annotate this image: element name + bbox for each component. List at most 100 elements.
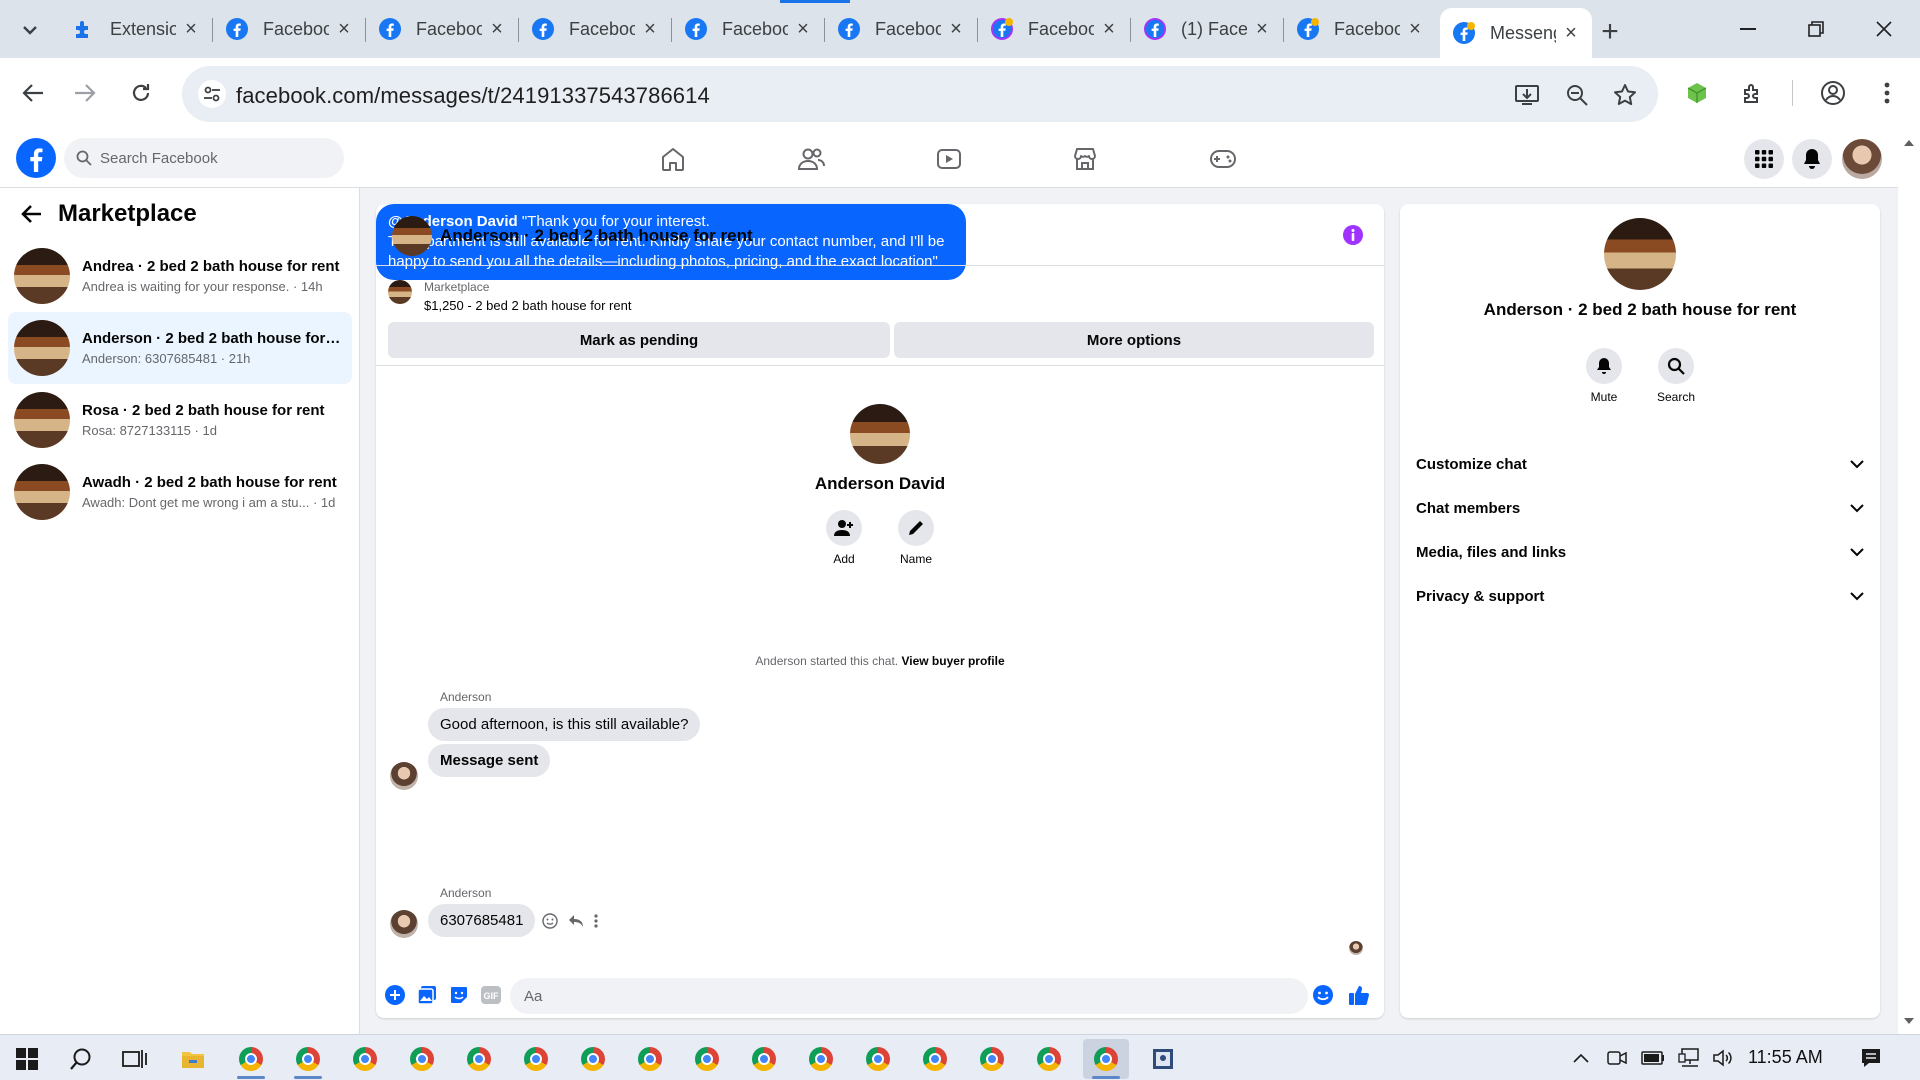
back-button[interactable] — [12, 72, 54, 114]
notifications-button[interactable] — [1792, 139, 1832, 179]
address-bar[interactable]: facebook.com/messages/t/2419133754378661… — [182, 66, 1658, 122]
minimize-button[interactable] — [1716, 0, 1780, 58]
sender-avatar[interactable] — [390, 762, 418, 790]
attach-photo-button[interactable] — [416, 984, 438, 1006]
mute-action[interactable]: Mute — [1574, 348, 1634, 404]
emoji-button[interactable] — [1312, 984, 1334, 1006]
facebook-search[interactable]: Search Facebook — [64, 138, 344, 178]
name-action[interactable]: Name — [886, 510, 946, 566]
network-button[interactable] — [1676, 1045, 1702, 1071]
browser-tab-active[interactable]: Messenger × — [1440, 8, 1592, 58]
conversation-item[interactable]: Rosa · 2 bed 2 bath house for rent Rosa:… — [8, 384, 352, 456]
chrome-taskbar-button[interactable] — [399, 1039, 445, 1079]
browser-tab[interactable]: Facebook × — [1284, 8, 1436, 50]
chrome-taskbar-button[interactable] — [342, 1039, 388, 1079]
browser-tab[interactable]: Facebook × — [978, 8, 1130, 50]
conversation-item[interactable]: Andrea · 2 bed 2 bath house for rent And… — [8, 240, 352, 312]
add-person-action[interactable]: Add — [814, 510, 874, 566]
message-bubble[interactable]: 6307685481 — [428, 904, 536, 937]
nav-marketplace[interactable] — [1030, 130, 1140, 188]
more-options-button[interactable]: More options — [894, 322, 1374, 358]
page-scrollbar[interactable] — [1898, 130, 1920, 1034]
reply-icon[interactable] — [568, 914, 584, 928]
listing-thumbnail[interactable] — [1604, 218, 1676, 290]
edit-name-button[interactable] — [898, 510, 934, 546]
chrome-taskbar-button[interactable] — [684, 1039, 730, 1079]
view-buyer-profile-link[interactable]: View buyer profile — [901, 654, 1004, 668]
close-tab-icon[interactable]: × — [794, 19, 812, 39]
privacy-support-section[interactable]: Privacy & support — [1416, 574, 1864, 618]
more-actions-button[interactable] — [384, 984, 406, 1006]
react-smiley-icon[interactable] — [542, 913, 558, 929]
close-window-button[interactable] — [1852, 0, 1916, 58]
close-tab-icon[interactable]: × — [182, 19, 200, 39]
chrome-taskbar-button[interactable] — [228, 1039, 274, 1079]
chrome-taskbar-button[interactable] — [627, 1039, 673, 1079]
profile-button[interactable] — [1812, 72, 1854, 114]
chrome-taskbar-button[interactable] — [855, 1039, 901, 1079]
extensions-menu-button[interactable] — [1732, 72, 1774, 114]
forward-button[interactable] — [64, 72, 106, 114]
browser-tab[interactable]: (1) Facebook × — [1131, 8, 1283, 50]
chrome-taskbar-button[interactable] — [1026, 1039, 1072, 1079]
close-tab-icon[interactable]: × — [335, 19, 353, 39]
conversation-item[interactable]: Awadh · 2 bed 2 bath house for rent Awad… — [8, 456, 352, 528]
nav-video[interactable] — [894, 130, 1004, 188]
site-info-button[interactable] — [198, 80, 226, 108]
gif-button[interactable]: GIF — [480, 984, 502, 1006]
chrome-taskbar-button[interactable] — [513, 1039, 559, 1079]
chrome-taskbar-button[interactable] — [456, 1039, 502, 1079]
mark-pending-button[interactable]: Mark as pending — [388, 322, 890, 358]
volume-button[interactable] — [1710, 1045, 1736, 1071]
close-tab-icon[interactable]: × — [1253, 19, 1271, 39]
browser-tab[interactable]: Facebook × — [672, 8, 824, 50]
message-bubble[interactable]: Message sent — [428, 744, 551, 777]
scroll-up-arrow[interactable] — [1902, 136, 1916, 150]
search-in-chat-button[interactable] — [1658, 348, 1694, 384]
install-app-button[interactable] — [1512, 80, 1542, 110]
conversation-item-active[interactable]: Anderson · 2 bed 2 bath house for rent A… — [8, 312, 352, 384]
media-files-links-section[interactable]: Media, files and links — [1416, 530, 1864, 574]
message-input[interactable] — [510, 978, 1308, 1014]
nav-home[interactable] — [618, 130, 728, 188]
account-avatar[interactable] — [1842, 139, 1882, 179]
sticker-button[interactable] — [448, 984, 470, 1006]
file-explorer-button[interactable] — [170, 1039, 216, 1079]
chrome-taskbar-button[interactable] — [912, 1039, 958, 1079]
close-tab-icon[interactable]: × — [488, 19, 506, 39]
tab-search-button[interactable] — [10, 10, 50, 50]
notification-center-button[interactable] — [1858, 1045, 1884, 1071]
browser-tab[interactable]: Extensions × — [60, 8, 212, 50]
more-vertical-icon[interactable] — [594, 914, 598, 928]
browser-tab[interactable]: Facebook × — [366, 8, 518, 50]
close-tab-icon[interactable]: × — [1100, 19, 1118, 39]
show-hidden-icons-button[interactable] — [1568, 1045, 1594, 1071]
start-button[interactable] — [4, 1039, 50, 1079]
message-bubble[interactable]: Good afternoon, is this still available? — [428, 708, 701, 741]
mute-button[interactable] — [1586, 348, 1622, 384]
menu-button[interactable] — [1744, 139, 1784, 179]
browser-tab[interactable]: Facebook × — [519, 8, 671, 50]
chat-title[interactable]: Anderson · 2 bed 2 bath house for rent — [440, 226, 753, 246]
zoom-button[interactable] — [1562, 80, 1592, 110]
customize-chat-section[interactable]: Customize chat — [1416, 442, 1864, 486]
browser-tab[interactable]: Facebook × — [213, 8, 365, 50]
chrome-menu-button[interactable] — [1866, 72, 1908, 114]
scroll-down-arrow[interactable] — [1902, 1014, 1916, 1028]
new-tab-button[interactable]: + — [1592, 14, 1628, 50]
restore-button[interactable] — [1784, 0, 1848, 58]
chrome-taskbar-button[interactable] — [285, 1039, 331, 1079]
battery-button[interactable] — [1640, 1045, 1666, 1071]
chat-members-section[interactable]: Chat members — [1416, 486, 1864, 530]
taskbar-search-button[interactable] — [58, 1039, 104, 1079]
close-tab-icon[interactable]: × — [1562, 23, 1580, 43]
listing-price[interactable]: $1,250 - 2 bed 2 bath house for rent — [424, 298, 631, 313]
bookmark-button[interactable] — [1610, 80, 1640, 110]
chrome-taskbar-button-active[interactable] — [1083, 1039, 1129, 1079]
chat-thumbnail[interactable] — [392, 216, 432, 256]
taskbar-clock[interactable]: 11:55 AM — [1748, 1047, 1823, 1068]
chrome-taskbar-button[interactable] — [741, 1039, 787, 1079]
profile-thumbnail[interactable] — [850, 404, 910, 464]
add-person-button[interactable] — [826, 510, 862, 546]
info-icon[interactable] — [1342, 224, 1364, 246]
